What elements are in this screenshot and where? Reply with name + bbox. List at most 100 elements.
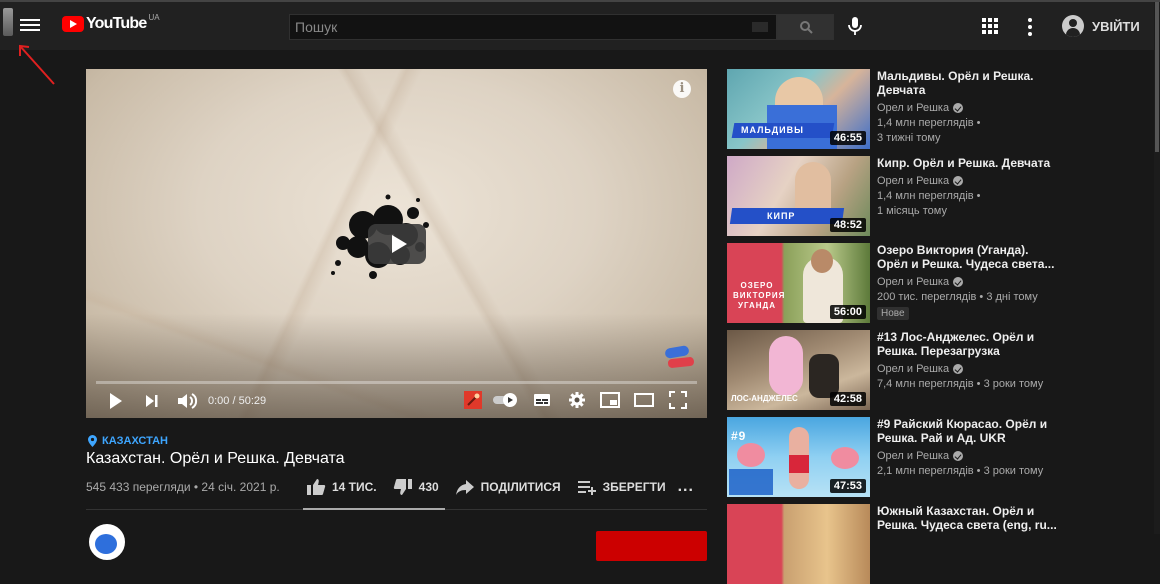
video-thumbnail[interactable]: ОЗЕРО ВИКТОРИЯ УГАНДА 56:00 bbox=[727, 243, 870, 323]
page-scrollbar[interactable] bbox=[1154, 2, 1160, 534]
location-hashtag[interactable]: КАЗАХСТАН bbox=[88, 435, 168, 447]
microphone-icon bbox=[848, 17, 862, 35]
like-dislike-sentiment-bar bbox=[303, 508, 445, 510]
related-video-item[interactable]: КИПР 48:52 Кипр. Орёл и Решка. Девчата О… bbox=[727, 156, 1057, 236]
search-input[interactable] bbox=[290, 15, 776, 39]
share-button[interactable]: ПОДІЛИТИСЯ bbox=[455, 478, 561, 496]
video-thumbnail[interactable]: ЛОС-АНДЖЕЛЕС 42:58 bbox=[727, 330, 870, 410]
thumbnail-caption: КИПР bbox=[767, 211, 796, 221]
subtitles-icon[interactable] bbox=[533, 391, 551, 409]
video-thumbnail[interactable] bbox=[727, 504, 870, 584]
fullscreen-icon[interactable] bbox=[669, 391, 687, 409]
related-video-item[interactable]: ЛОС-АНДЖЕЛЕС 42:58 #13 Лос-Анджелес. Орё… bbox=[727, 330, 1057, 410]
miniplayer-icon[interactable] bbox=[600, 391, 620, 409]
view-count-date: 545 433 перегляди • 24 січ. 2021 р. bbox=[86, 480, 280, 494]
video-thumbnail[interactable]: #9 47:53 bbox=[727, 417, 870, 497]
view-count-age: 2,1 млн переглядів • 3 роки тому bbox=[877, 465, 1044, 477]
settings-more-icon[interactable] bbox=[1026, 17, 1034, 37]
upload-age: 3 тижні тому bbox=[877, 132, 941, 144]
next-icon[interactable] bbox=[144, 391, 160, 411]
related-video-title[interactable]: Южный Казахстан. Орёл и Решка. Чудеса св… bbox=[877, 504, 1057, 532]
account-icon bbox=[1062, 15, 1084, 37]
sign-in-button[interactable]: УВІЙТИ bbox=[1062, 15, 1140, 37]
view-count: 1,4 млн переглядів • bbox=[877, 117, 981, 129]
share-arrow-icon bbox=[455, 480, 474, 495]
more-actions-icon: ... bbox=[677, 478, 694, 495]
video-duration: 47:53 bbox=[829, 479, 866, 493]
related-video-title[interactable]: Кипр. Орёл и Решка. Девчата bbox=[877, 156, 1057, 170]
location-pin-icon bbox=[88, 435, 97, 447]
location-label: КАЗАХСТАН bbox=[102, 435, 168, 447]
info-icon[interactable]: i bbox=[673, 80, 691, 98]
view-count: 1,4 млн переглядів • bbox=[877, 190, 981, 202]
autoplay-toggle[interactable] bbox=[492, 391, 518, 409]
annotation-badge-icon[interactable] bbox=[464, 391, 482, 409]
video-duration: 46:55 bbox=[829, 131, 866, 145]
related-video-title[interactable]: #13 Лос-Анджелес. Орёл и Решка. Перезагр… bbox=[877, 330, 1057, 358]
theater-mode-icon[interactable] bbox=[634, 391, 654, 409]
like-button[interactable]: 14 ТИС. bbox=[306, 478, 377, 496]
channel-watermark[interactable] bbox=[662, 344, 695, 371]
thumbnail-caption: ОЗЕРО ВИКТОРИЯ УГАНДА bbox=[733, 281, 786, 310]
verified-check-icon bbox=[953, 176, 964, 186]
share-label: ПОДІЛИТИСЯ bbox=[480, 480, 561, 494]
keyboard-icon[interactable] bbox=[752, 22, 768, 32]
video-duration: 56:00 bbox=[829, 305, 866, 319]
settings-gear-icon[interactable] bbox=[568, 391, 586, 409]
dislike-count: 430 bbox=[418, 480, 439, 494]
verified-check-icon bbox=[953, 103, 964, 113]
apps-grid-icon[interactable] bbox=[982, 18, 998, 34]
progress-bar[interactable] bbox=[96, 381, 697, 384]
hamburger-menu-icon[interactable] bbox=[20, 16, 40, 34]
playlist-add-icon bbox=[577, 481, 596, 495]
channel-name[interactable]: Орел и Решка bbox=[877, 276, 949, 288]
play-icon[interactable] bbox=[108, 391, 124, 411]
related-video-item[interactable]: МАЛЬДИВЫ 46:55 Мальдивы. Орёл и Решка. Д… bbox=[727, 69, 1057, 149]
large-play-button[interactable] bbox=[368, 224, 426, 264]
thumbnail-caption: ЛОС-АНДЖЕЛЕС bbox=[731, 394, 798, 403]
video-player[interactable]: i 0:00 / 50:29 bbox=[86, 69, 707, 418]
browser-side-tab[interactable] bbox=[3, 8, 13, 36]
search-icon bbox=[799, 21, 813, 34]
search-box bbox=[289, 14, 777, 40]
like-count: 14 ТИС. bbox=[332, 480, 377, 494]
verified-check-icon bbox=[953, 451, 964, 461]
related-video-title[interactable]: #9 Райский Кюрасао. Орёл и Решка. Рай и … bbox=[877, 417, 1057, 445]
related-video-title[interactable]: Озеро Виктория (Уганда). Орёл и Решка. Ч… bbox=[877, 243, 1057, 271]
related-video-item[interactable]: #9 47:53 #9 Райский Кюрасао. Орёл и Решк… bbox=[727, 417, 1057, 497]
dislike-button[interactable]: 430 bbox=[393, 478, 439, 496]
related-video-item[interactable]: ОЗЕРО ВИКТОРИЯ УГАНДА 56:00 Озеро Виктор… bbox=[727, 243, 1057, 323]
video-title: Казахстан. Орёл и Решка. Девчата bbox=[86, 450, 345, 467]
verified-check-icon bbox=[953, 277, 964, 287]
video-duration: 42:58 bbox=[829, 392, 866, 406]
related-video-title[interactable]: Мальдивы. Орёл и Решка. Девчата bbox=[877, 69, 1057, 97]
more-actions-button[interactable]: ... bbox=[678, 478, 694, 496]
subscribe-button[interactable] bbox=[596, 531, 707, 561]
channel-name[interactable]: Орел и Решка bbox=[877, 102, 949, 114]
logo-text: YouTube bbox=[86, 15, 147, 32]
save-label: ЗБЕРЕГТИ bbox=[602, 480, 666, 494]
time-display: 0:00 / 50:29 bbox=[208, 395, 267, 407]
youtube-logo[interactable]: YouTube UA bbox=[62, 13, 160, 33]
scrollbar-thumb[interactable] bbox=[1155, 2, 1159, 152]
new-badge: Нове bbox=[877, 307, 909, 320]
search-button[interactable] bbox=[777, 14, 834, 40]
youtube-play-logo-icon bbox=[62, 16, 84, 32]
view-count-age: 7,4 млн переглядів • 3 роки тому bbox=[877, 378, 1044, 390]
volume-icon[interactable] bbox=[176, 391, 198, 411]
masthead: YouTube UA УВІЙТИ bbox=[0, 0, 1160, 50]
voice-search-button[interactable] bbox=[845, 14, 865, 38]
channel-name[interactable]: Орел и Решка bbox=[877, 175, 949, 187]
video-thumbnail[interactable]: КИПР 48:52 bbox=[727, 156, 870, 236]
video-duration: 48:52 bbox=[829, 218, 866, 232]
upload-age: 1 місяць тому bbox=[877, 205, 947, 217]
channel-avatar[interactable] bbox=[89, 524, 125, 560]
related-video-item[interactable]: Южный Казахстан. Орёл и Решка. Чудеса св… bbox=[727, 504, 1057, 584]
channel-name[interactable]: Орел и Решка bbox=[877, 450, 949, 462]
channel-name[interactable]: Орел и Решка bbox=[877, 363, 949, 375]
player-controls: 0:00 / 50:29 bbox=[86, 387, 707, 415]
save-button[interactable]: ЗБЕРЕГТИ bbox=[577, 478, 666, 496]
video-thumbnail[interactable]: МАЛЬДИВЫ 46:55 bbox=[727, 69, 870, 149]
thumbs-up-icon bbox=[307, 479, 326, 495]
country-code: UA bbox=[148, 13, 160, 22]
